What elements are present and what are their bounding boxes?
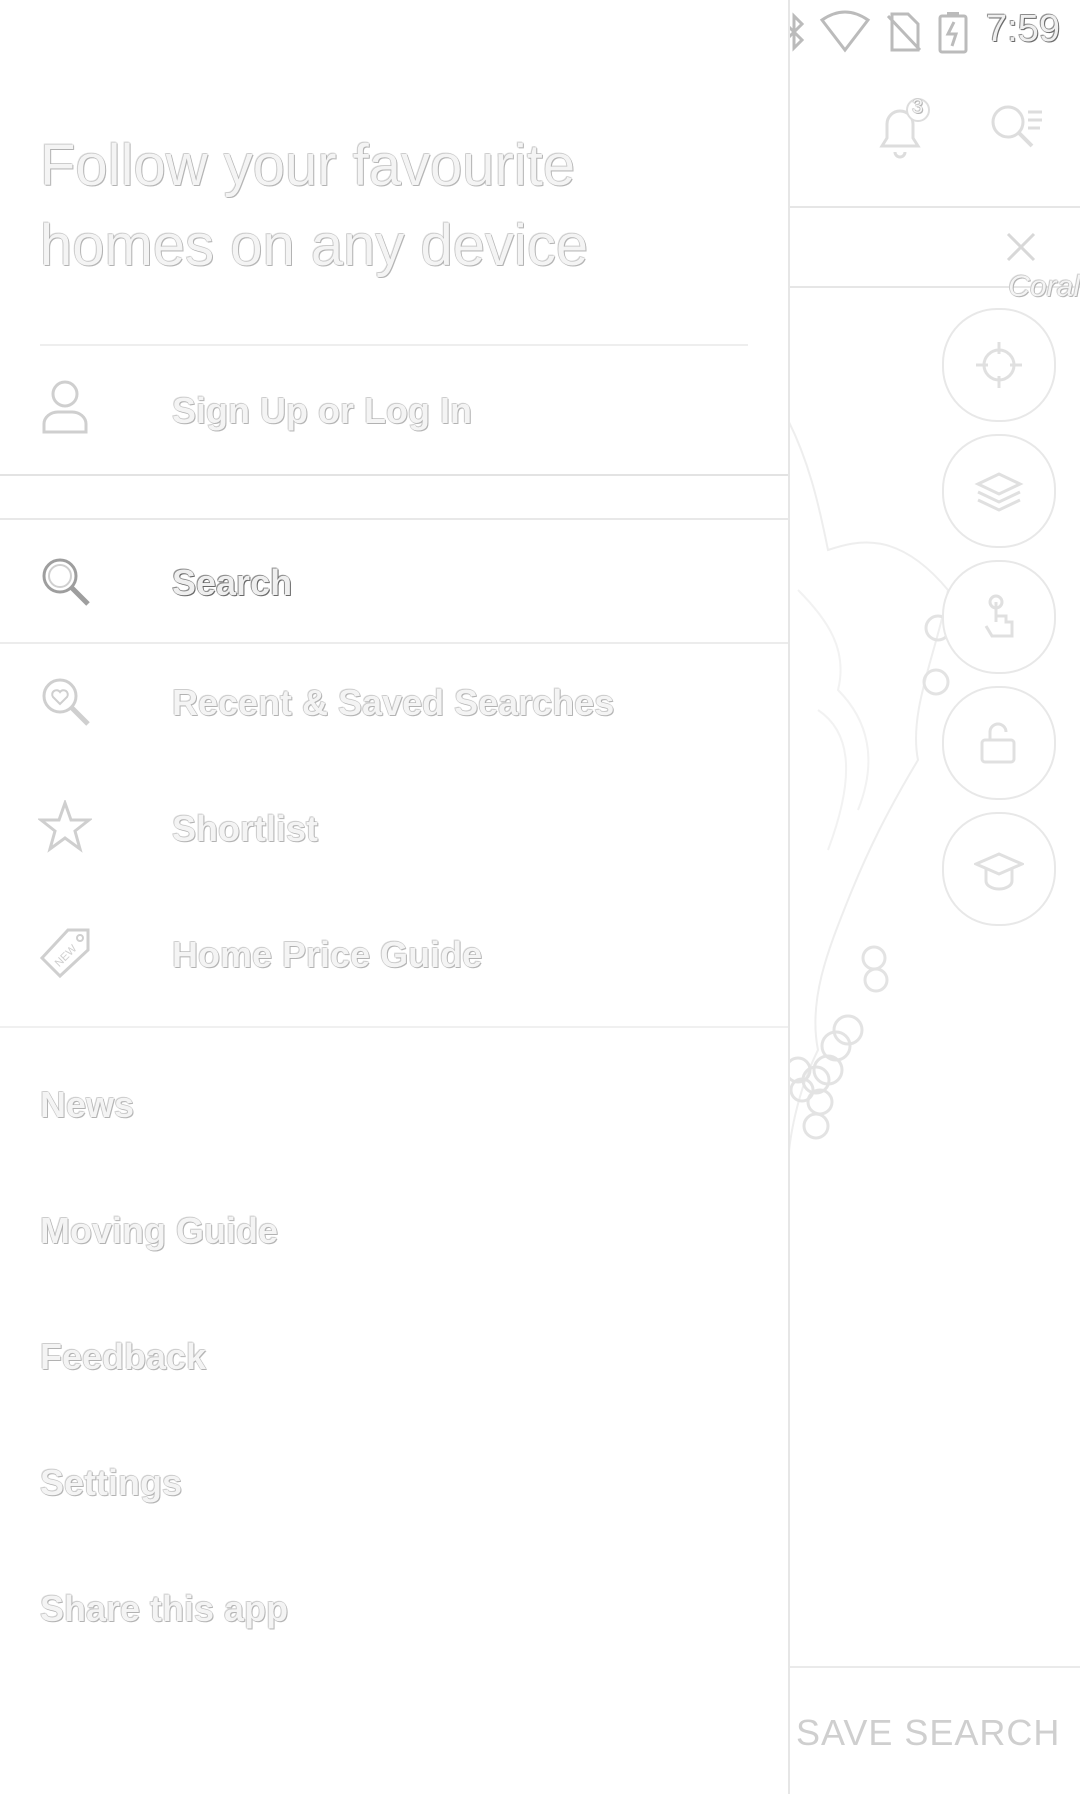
menu-item-shortlist[interactable]: Shortlist bbox=[0, 766, 788, 890]
new-tag-icon: NEW bbox=[38, 926, 92, 980]
notifications-button[interactable]: 3 bbox=[868, 96, 938, 166]
crosshair-icon bbox=[976, 342, 1022, 388]
navigation-drawer: Follow your favourite homes on any devic… bbox=[0, 0, 790, 1794]
map-layers-button[interactable] bbox=[942, 434, 1056, 548]
user-icon bbox=[40, 378, 90, 434]
bell-icon bbox=[879, 98, 930, 159]
star-icon bbox=[38, 800, 92, 854]
drawer-header: Follow your favourite homes on any devic… bbox=[0, 64, 788, 476]
search-filter-icon bbox=[991, 105, 1042, 148]
my-location-button[interactable] bbox=[942, 308, 1056, 422]
drawer-headline: Follow your favourite homes on any devic… bbox=[40, 133, 589, 278]
schools-button[interactable] bbox=[942, 812, 1056, 926]
link-moving-guide[interactable]: Moving Guide bbox=[40, 1210, 278, 1252]
notification-count: 3 bbox=[912, 96, 924, 118]
close-icon bbox=[1006, 232, 1036, 262]
svg-text:NEW: NEW bbox=[53, 942, 80, 969]
menu-item-label: Recent & Saved Searches bbox=[172, 682, 615, 723]
menu-divider bbox=[0, 1026, 788, 1028]
search-icon bbox=[38, 554, 92, 608]
graduation-cap-icon bbox=[974, 852, 1024, 891]
menu-item-label: Home Price Guide bbox=[172, 934, 483, 975]
header-divider bbox=[40, 344, 748, 346]
menu-item-label: Shortlist bbox=[172, 808, 319, 849]
clear-search-button[interactable] bbox=[1004, 230, 1038, 264]
search-filter-button[interactable] bbox=[984, 98, 1048, 162]
saved-search-icon bbox=[38, 674, 92, 728]
link-settings[interactable]: Settings bbox=[40, 1462, 182, 1504]
menu-item-search[interactable]: Search bbox=[0, 518, 788, 644]
link-news[interactable]: News bbox=[40, 1084, 134, 1126]
map-toolbar: 3 bbox=[788, 60, 1080, 208]
sign-in-row[interactable]: Sign Up or Log In bbox=[0, 350, 788, 470]
unlock-icon bbox=[980, 722, 1016, 764]
save-search-button[interactable]: SAVE SEARCH bbox=[796, 1712, 1060, 1754]
sign-in-label: Sign Up or Log In bbox=[172, 390, 472, 431]
map-lock-button[interactable] bbox=[942, 686, 1056, 800]
menu-item-label: Search bbox=[172, 562, 293, 603]
link-share-this-app[interactable]: Share this app bbox=[40, 1588, 288, 1630]
hand-pointer-icon bbox=[984, 594, 1014, 638]
menu-item-recent-saved-searches[interactable]: Recent & Saved Searches bbox=[0, 640, 788, 764]
menu-item-home-price-guide[interactable]: NEW Home Price Guide bbox=[0, 892, 788, 1016]
layers-icon bbox=[974, 472, 1024, 512]
save-search-bar: SAVE SEARCH bbox=[788, 1666, 1080, 1796]
map-panel: 3 Coral SAVE SEARCH bbox=[788, 0, 1080, 1794]
draw-on-map-button[interactable] bbox=[942, 560, 1056, 674]
link-feedback[interactable]: Feedback bbox=[40, 1336, 206, 1378]
